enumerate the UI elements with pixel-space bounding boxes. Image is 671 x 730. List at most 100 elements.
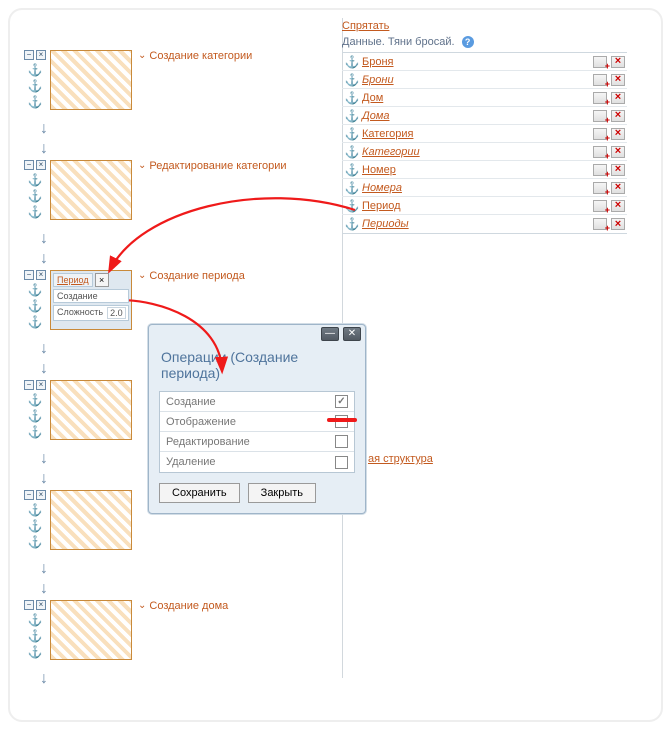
block-thumb[interactable] xyxy=(50,160,132,220)
anchor-icon[interactable]: ⚓ xyxy=(28,80,43,92)
anchor-icon[interactable]: ⚓ xyxy=(28,394,43,406)
close-icon[interactable]: × xyxy=(36,380,46,390)
anchor-icon[interactable]: ⚓ xyxy=(28,284,43,296)
block-thumb[interactable] xyxy=(50,490,132,550)
anchor-icon[interactable]: ⚓ xyxy=(28,316,43,328)
delete-button[interactable] xyxy=(611,110,625,122)
table-row[interactable]: ⚓Дом xyxy=(342,89,627,107)
table-row[interactable]: ⚓Брони xyxy=(342,71,627,89)
table-row[interactable]: ⚓Категория xyxy=(342,125,627,143)
add-button[interactable] xyxy=(593,56,607,68)
anchor-icon[interactable]: ⚓ xyxy=(342,127,362,141)
tag-period[interactable]: Период xyxy=(53,273,93,287)
block-create-period[interactable]: − × ⚓ ⚓ ⚓ Период × Создание Сложность2.0… xyxy=(24,270,245,330)
anchor-icon[interactable]: ⚓ xyxy=(28,174,43,186)
data-link[interactable]: Категории xyxy=(362,146,591,158)
remove-tag-button[interactable]: × xyxy=(95,273,109,287)
add-button[interactable] xyxy=(593,128,607,140)
table-row[interactable]: ⚓Номера xyxy=(342,179,627,197)
anchor-icon[interactable]: ⚓ xyxy=(28,504,43,516)
table-row[interactable]: ⚓Период xyxy=(342,197,627,215)
collapse-icon[interactable]: − xyxy=(24,50,34,60)
collapse-icon[interactable]: − xyxy=(24,380,34,390)
delete-button[interactable] xyxy=(611,92,625,104)
data-link[interactable]: Период xyxy=(362,200,591,212)
block-create-category[interactable]: − × ⚓ ⚓ ⚓ ⌄ Создание категории xyxy=(24,50,252,110)
block-edit-category[interactable]: − × ⚓ ⚓ ⚓ ⌄ Редактирование категории xyxy=(24,160,287,220)
anchor-icon[interactable]: ⚓ xyxy=(28,426,43,438)
anchor-icon[interactable]: ⚓ xyxy=(342,73,362,87)
close-icon[interactable]: × xyxy=(36,270,46,280)
anchor-icon[interactable]: ⚓ xyxy=(28,96,43,108)
data-link[interactable]: Дома xyxy=(362,110,591,122)
anchor-icon[interactable]: ⚓ xyxy=(342,109,362,123)
anchor-icon[interactable]: ⚓ xyxy=(28,206,43,218)
data-link[interactable]: Категория xyxy=(362,128,591,140)
anchor-icon[interactable]: ⚓ xyxy=(28,190,43,202)
anchor-icon[interactable]: ⚓ xyxy=(28,646,43,658)
help-icon[interactable]: ? xyxy=(462,36,474,48)
anchor-icon[interactable]: ⚓ xyxy=(28,64,43,76)
delete-button[interactable] xyxy=(611,146,625,158)
block-thumb[interactable] xyxy=(50,50,132,110)
add-button[interactable] xyxy=(593,164,607,176)
delete-button[interactable] xyxy=(611,56,625,68)
collapse-icon[interactable]: − xyxy=(24,600,34,610)
close-icon[interactable]: × xyxy=(36,50,46,60)
delete-button[interactable] xyxy=(611,218,625,230)
table-row[interactable]: ⚓Номер xyxy=(342,161,627,179)
table-row[interactable]: ⚓Категории xyxy=(342,143,627,161)
data-link[interactable]: Дом xyxy=(362,92,591,104)
table-row[interactable]: ⚓Дома xyxy=(342,107,627,125)
cancel-button[interactable]: Закрыть xyxy=(248,483,316,503)
block-empty-2[interactable]: −× ⚓ ⚓ ⚓ xyxy=(24,490,132,550)
anchor-icon[interactable]: ⚓ xyxy=(342,145,362,159)
anchor-icon[interactable]: ⚓ xyxy=(342,163,362,177)
collapse-icon[interactable]: − xyxy=(24,160,34,170)
table-row[interactable]: ⚓Периоды xyxy=(342,215,627,233)
add-button[interactable] xyxy=(593,74,607,86)
delete-button[interactable] xyxy=(611,200,625,212)
add-button[interactable] xyxy=(593,110,607,122)
checkbox[interactable] xyxy=(335,456,348,469)
close-icon[interactable]: × xyxy=(36,490,46,500)
delete-button[interactable] xyxy=(611,182,625,194)
anchor-icon[interactable]: ⚓ xyxy=(28,410,43,422)
block-label[interactable]: ⌄ Редактирование категории xyxy=(138,160,287,172)
add-button[interactable] xyxy=(593,182,607,194)
block-empty-1[interactable]: −× ⚓ ⚓ ⚓ xyxy=(24,380,132,440)
delete-button[interactable] xyxy=(611,164,625,176)
block-thumb[interactable]: Период × Создание Сложность2.0 xyxy=(50,270,132,330)
block-label[interactable]: ⌄ Создание периода xyxy=(138,270,245,282)
collapse-icon[interactable]: − xyxy=(24,270,34,280)
data-link[interactable]: Броня xyxy=(362,56,591,68)
data-link[interactable]: Брони xyxy=(362,74,591,86)
anchor-icon[interactable]: ⚓ xyxy=(342,217,362,231)
minimize-button[interactable]: — xyxy=(321,327,339,341)
checkbox[interactable] xyxy=(335,395,348,408)
add-button[interactable] xyxy=(593,200,607,212)
hide-link[interactable]: Спрятать xyxy=(342,20,389,32)
anchor-icon[interactable]: ⚓ xyxy=(342,181,362,195)
collapse-icon[interactable]: − xyxy=(24,490,34,500)
add-button[interactable] xyxy=(593,218,607,230)
anchor-icon[interactable]: ⚓ xyxy=(28,614,43,626)
add-button[interactable] xyxy=(593,92,607,104)
data-link[interactable]: Периоды xyxy=(362,218,591,230)
anchor-icon[interactable]: ⚓ xyxy=(28,536,43,548)
anchor-icon[interactable]: ⚓ xyxy=(28,630,43,642)
block-thumb[interactable] xyxy=(50,600,132,660)
data-link[interactable]: Номера xyxy=(362,182,591,194)
anchor-icon[interactable]: ⚓ xyxy=(28,520,43,532)
add-button[interactable] xyxy=(593,146,607,158)
close-button[interactable]: ✕ xyxy=(343,327,361,341)
block-thumb[interactable] xyxy=(50,380,132,440)
footer-link[interactable]: ая структура xyxy=(368,453,433,465)
anchor-icon[interactable]: ⚓ xyxy=(342,55,362,69)
anchor-icon[interactable]: ⚓ xyxy=(342,91,362,105)
data-link[interactable]: Номер xyxy=(362,164,591,176)
save-button[interactable]: Сохранить xyxy=(159,483,240,503)
delete-button[interactable] xyxy=(611,128,625,140)
table-row[interactable]: ⚓Броня xyxy=(342,53,627,71)
close-icon[interactable]: × xyxy=(36,160,46,170)
